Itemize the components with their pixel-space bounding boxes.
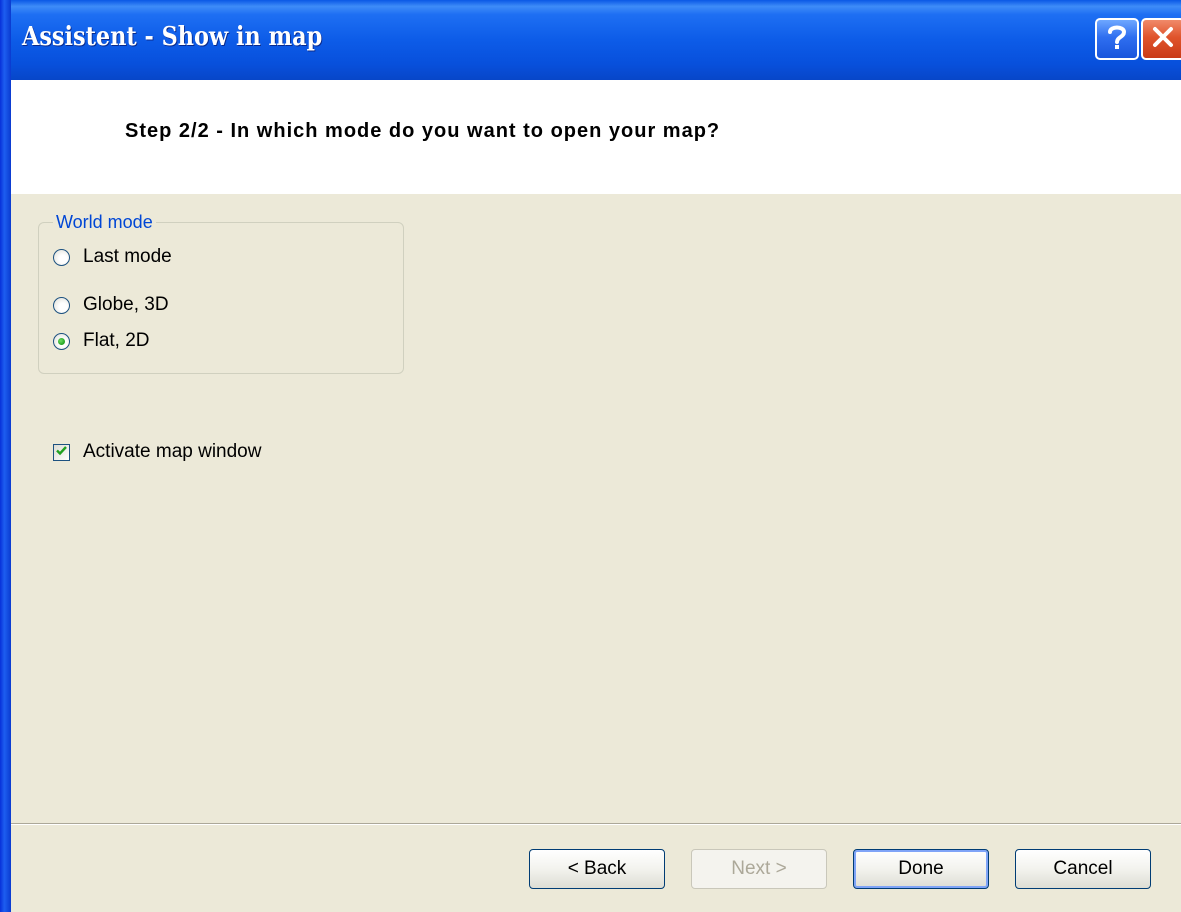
footer-divider — [11, 823, 1181, 825]
radio-label-globe-3d: Globe, 3D — [83, 294, 169, 315]
close-button[interactable] — [1141, 18, 1181, 60]
cancel-button[interactable]: Cancel — [1015, 849, 1151, 889]
radio-globe-3d[interactable]: Globe, 3D — [53, 294, 169, 316]
back-button[interactable]: < Back — [529, 849, 665, 889]
radio-button[interactable] — [53, 296, 70, 314]
done-button[interactable]: Done — [853, 849, 989, 889]
checkbox[interactable] — [53, 441, 70, 463]
window-border — [0, 0, 11, 912]
radio-flat-2d[interactable]: Flat, 2D — [53, 330, 150, 352]
title-bar[interactable]: Assistent - Show in map — [0, 0, 1181, 80]
radio-button[interactable] — [53, 248, 70, 266]
activate-map-checkbox[interactable]: Activate map window — [53, 441, 261, 463]
dialog-window: Assistent - Show in map Step 2/2 - In wh… — [0, 0, 1181, 912]
radio-label-flat-2d: Flat, 2D — [83, 330, 150, 351]
radio-label-last-mode: Last mode — [83, 246, 172, 267]
help-button[interactable] — [1095, 18, 1139, 60]
wizard-header: Step 2/2 - In which mode do you want to … — [11, 80, 1181, 194]
check-mark-icon — [55, 441, 68, 463]
world-mode-legend: World mode — [53, 212, 156, 233]
activate-map-label: Activate map window — [83, 441, 262, 462]
step-title: Step 2/2 - In which mode do you want to … — [125, 120, 721, 142]
radio-last-mode[interactable]: Last mode — [53, 246, 172, 268]
question-mark-icon — [1105, 23, 1129, 56]
window-title: Assistent - Show in map — [22, 22, 323, 52]
close-icon — [1151, 25, 1175, 54]
next-button[interactable]: Next > — [691, 849, 827, 889]
radio-button-selected[interactable] — [53, 332, 70, 350]
